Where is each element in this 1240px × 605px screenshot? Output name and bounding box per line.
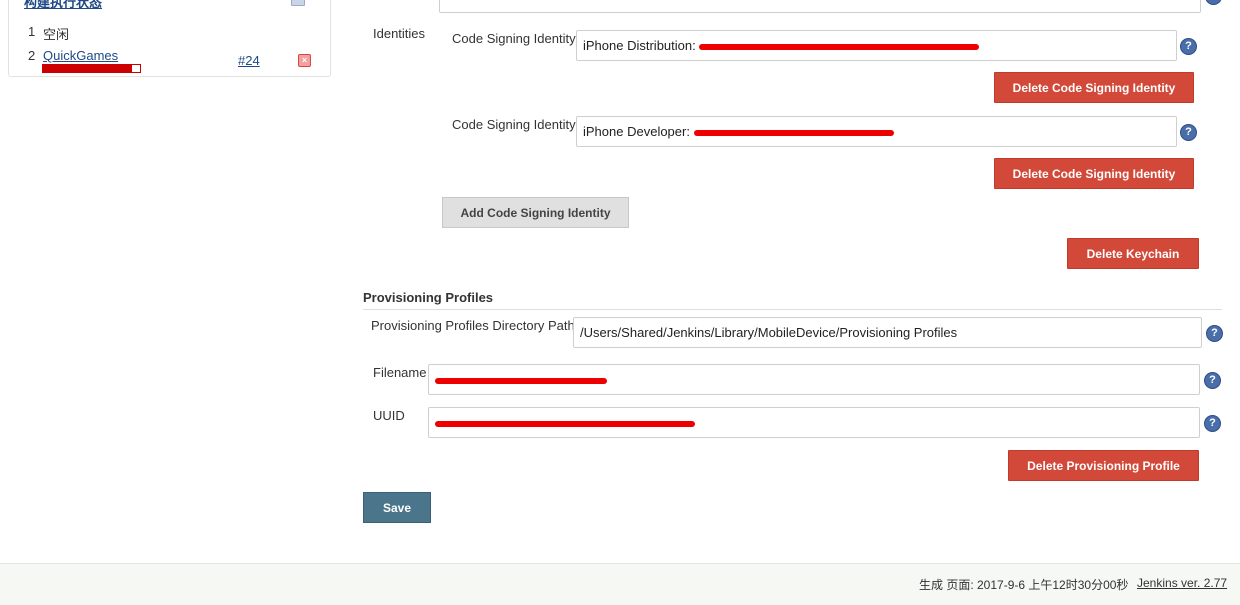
redaction-mark	[435, 420, 695, 427]
code-signing-identity-field-2[interactable]: iPhone Developer:	[576, 116, 1177, 147]
code-signing-identity-field-1[interactable]: iPhone Distribution:	[576, 30, 1177, 61]
help-icon-identity-2[interactable]: ?	[1180, 124, 1197, 141]
delete-keychain-button[interactable]: Delete Keychain	[1067, 238, 1199, 269]
uuid-label: UUID	[373, 408, 405, 423]
delete-provisioning-profile-button[interactable]: Delete Provisioning Profile	[1008, 450, 1199, 481]
provisioning-dir-field[interactable]: /Users/Shared/Jenkins/Library/MobileDevi…	[573, 317, 1202, 348]
provisioning-profiles-title: Provisioning Profiles	[363, 290, 494, 305]
redaction-mark	[435, 377, 607, 384]
code-signing-identity-value-2: iPhone Developer:	[583, 124, 690, 139]
top-partial-field[interactable]	[439, 0, 1201, 13]
filename-label: Filename	[373, 365, 427, 380]
delete-code-signing-identity-button-2[interactable]: Delete Code Signing Identity	[994, 158, 1194, 189]
help-icon-identity-1[interactable]: ?	[1180, 38, 1197, 55]
uuid-field[interactable]	[428, 407, 1200, 438]
executor-idle-label: 空闲	[43, 27, 70, 42]
jenkins-version-link[interactable]: Jenkins ver. 2.77	[1137, 576, 1227, 590]
stop-build-icon[interactable]: ×	[298, 54, 311, 67]
redaction-mark	[699, 43, 980, 50]
add-code-signing-identity-button[interactable]: Add Code Signing Identity	[442, 197, 629, 228]
help-icon-provisioning-dir[interactable]: ?	[1206, 325, 1223, 342]
build-number-link[interactable]: #24	[238, 53, 260, 68]
executor-job-link[interactable]: QuickGames	[43, 48, 118, 63]
build-progress-bar[interactable]	[42, 64, 141, 73]
collapse-icon[interactable]	[291, 0, 305, 6]
help-icon-filename[interactable]: ?	[1204, 372, 1221, 389]
executor-number-2: 2	[28, 48, 36, 63]
provisioning-dir-label: Provisioning Profiles Directory Path	[371, 318, 575, 333]
executor-number-1: 1	[28, 24, 36, 39]
code-signing-identity-value-1: iPhone Distribution:	[583, 38, 696, 53]
executor-status-header[interactable]: 构建执行状态	[24, 0, 102, 11]
redaction-mark	[693, 129, 894, 136]
code-signing-identity-label-1: Code Signing Identity	[452, 31, 576, 46]
footer-generated-text: 生成 页面: 2017-9-6 上午12时30分00秒	[919, 578, 1129, 592]
help-icon-uuid[interactable]: ?	[1204, 415, 1221, 432]
delete-code-signing-identity-button-1[interactable]: Delete Code Signing Identity	[994, 72, 1194, 103]
filename-field[interactable]	[428, 364, 1200, 395]
code-signing-identity-label-2: Code Signing Identity	[452, 117, 576, 132]
section-divider	[363, 309, 1222, 310]
build-progress-fill	[43, 65, 133, 72]
identities-label: Identities	[373, 26, 426, 41]
save-button[interactable]: Save	[363, 492, 431, 523]
help-icon-top[interactable]: ?	[1205, 0, 1222, 5]
